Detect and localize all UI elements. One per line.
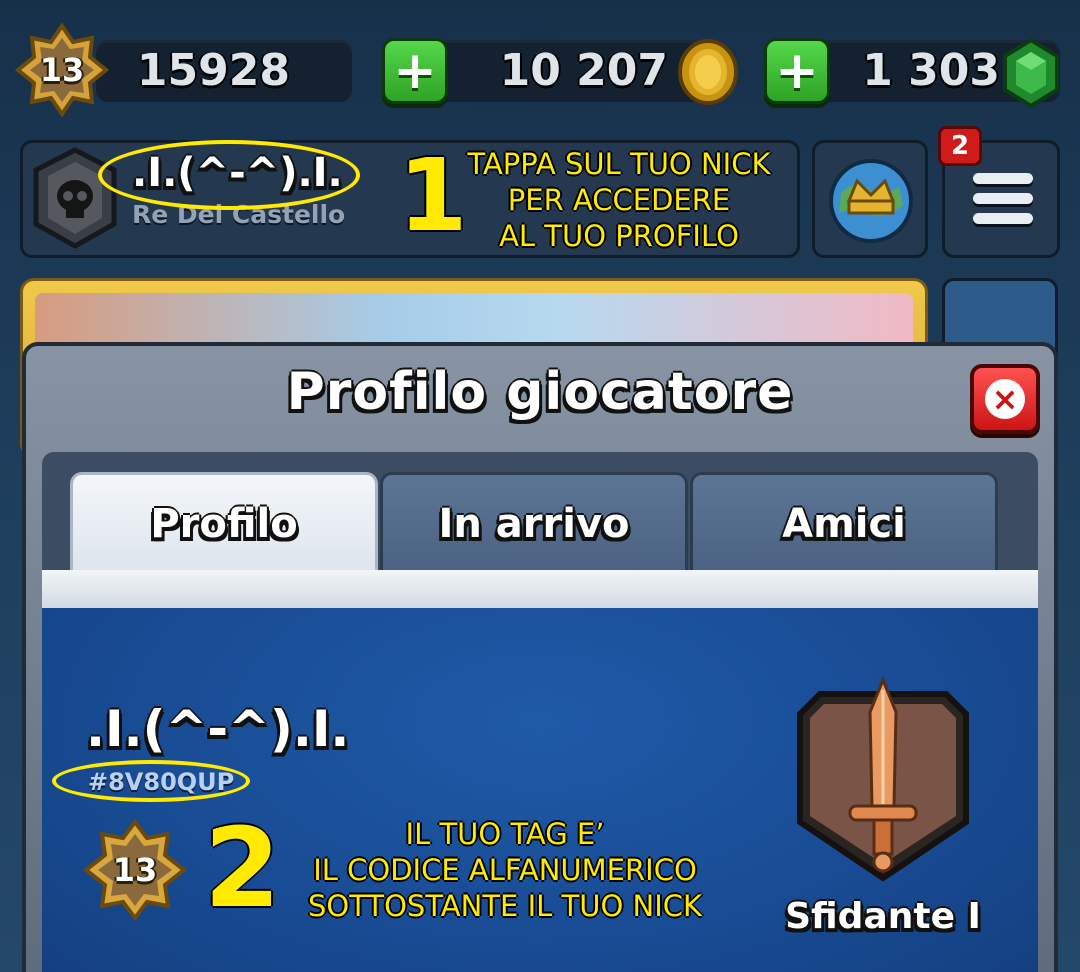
add-gems-button[interactable]: + bbox=[764, 38, 830, 104]
annotation-step1-text: TAPPA SUL TUO NICK PER ACCEDERE AL TUO P… bbox=[446, 146, 792, 254]
annotation-step1-line: PER ACCEDERE bbox=[507, 183, 731, 217]
annotation-step1-line: AL TUO PROFILO bbox=[499, 219, 739, 253]
sword-badge-icon[interactable] bbox=[790, 672, 976, 890]
gem-value: 1 303 bbox=[862, 45, 1000, 96]
annotation-step2-line: SOTTOSTANTE IL TUO NICK bbox=[307, 889, 703, 923]
gold-value: 10 207 bbox=[499, 45, 668, 96]
player-level-star-icon: 13 bbox=[80, 818, 190, 922]
add-gold-button[interactable]: + bbox=[382, 38, 448, 104]
annotation-step2-line: IL TUO TAG E’ bbox=[405, 817, 605, 851]
tab-amici[interactable]: Amici bbox=[690, 472, 998, 572]
tab-label: Amici bbox=[782, 500, 906, 547]
annotation-ellipse-tag bbox=[52, 760, 250, 802]
notification-badge: 2 bbox=[938, 126, 982, 166]
annotation-step1-line: TAPPA SUL TUO NICK bbox=[467, 147, 771, 181]
globe-button[interactable] bbox=[812, 140, 928, 258]
annotation-step2-line: IL CODICE ALFANUMERICO bbox=[313, 853, 697, 887]
level-number: 13 bbox=[39, 51, 85, 89]
tab-label: Profilo bbox=[150, 500, 298, 547]
level-star-icon[interactable]: 13 bbox=[14, 22, 110, 118]
player-level-number: 13 bbox=[112, 851, 158, 889]
annotation-ellipse-nick bbox=[98, 140, 360, 210]
globe-crown-icon bbox=[829, 159, 913, 243]
tab-in-arrivo[interactable]: In arrivo bbox=[380, 472, 688, 572]
trophy-value: 15928 bbox=[136, 45, 290, 96]
modal-title: Profilo giocatore bbox=[286, 362, 794, 422]
gold-coin-icon bbox=[676, 38, 740, 110]
tab-label: In arrivo bbox=[438, 500, 630, 547]
tab-underbar bbox=[42, 570, 1038, 608]
tab-profilo[interactable]: Profilo bbox=[70, 472, 378, 572]
gem-icon bbox=[1002, 37, 1060, 112]
close-button[interactable]: × bbox=[970, 364, 1040, 434]
player-nickname: .I.(^-^).I. bbox=[86, 700, 350, 758]
close-icon: × bbox=[985, 379, 1025, 419]
annotation-step2-text: IL TUO TAG E’ IL CODICE ALFANUMERICO SOT… bbox=[268, 816, 742, 924]
arena-label: Sfidante I bbox=[785, 896, 981, 937]
